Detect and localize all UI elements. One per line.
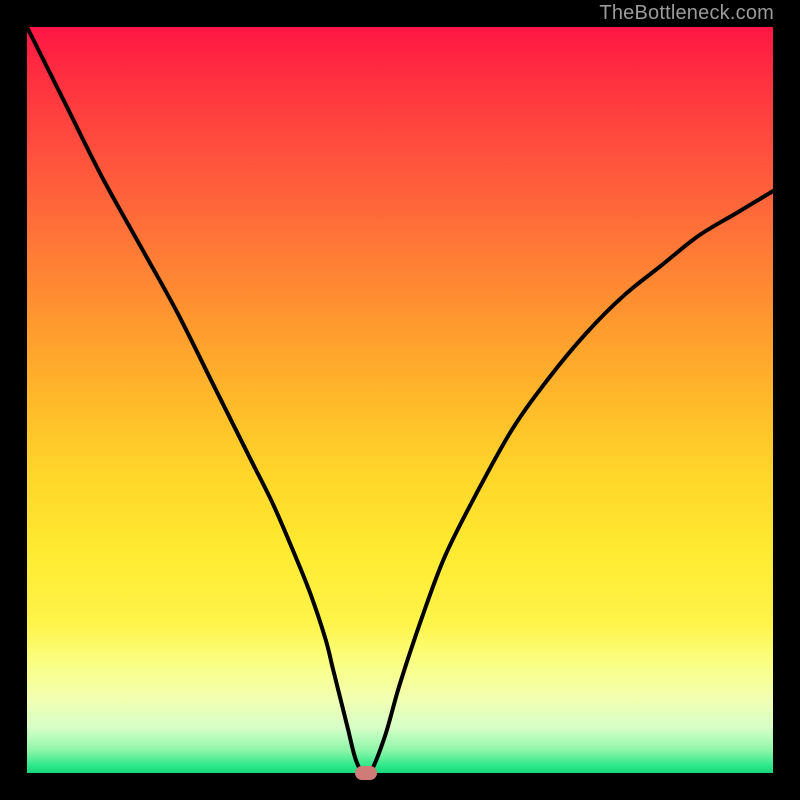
chart-stage: TheBottleneck.com xyxy=(0,0,800,800)
plot-area xyxy=(27,27,773,773)
watermark-text: TheBottleneck.com xyxy=(599,2,774,25)
bottleneck-curve xyxy=(27,27,773,776)
optimum-marker xyxy=(355,766,377,780)
curve-layer xyxy=(27,27,773,773)
